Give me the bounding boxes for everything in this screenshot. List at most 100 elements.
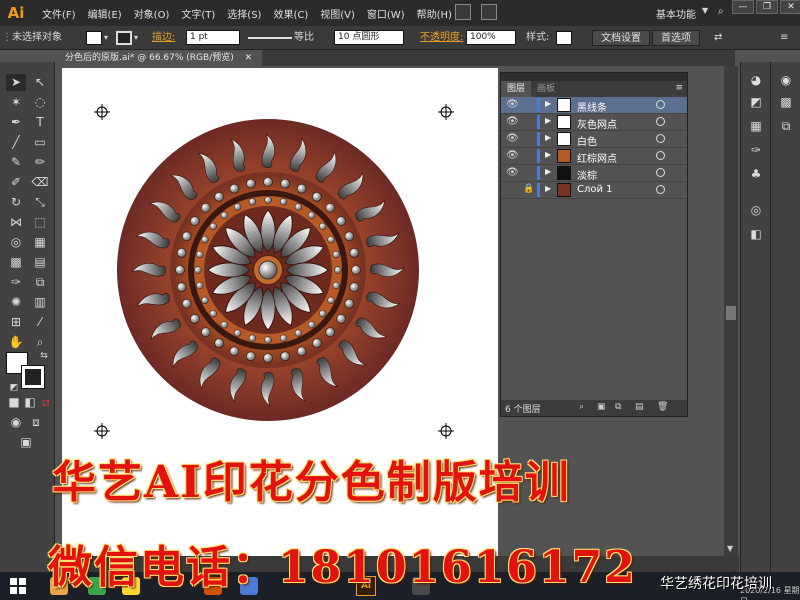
lasso-tool-icon[interactable]: ◌ [30, 94, 50, 111]
preferences-button[interactable]: 首选项 [652, 30, 700, 46]
menu-file[interactable]: 文件(F) [42, 6, 76, 21]
minimize-button[interactable]: — [732, 0, 754, 14]
swap-colors-icon[interactable]: ⇆ [34, 348, 54, 365]
expand-arrow-icon[interactable]: ▶ [545, 150, 551, 159]
workspace-switcher[interactable]: 基本功能 [656, 6, 696, 21]
eraser-tool-icon[interactable]: ⌫ [30, 174, 50, 191]
mandala-artwork[interactable] [108, 110, 428, 430]
chevron-down-icon[interactable]: ▾ [134, 30, 138, 46]
layer-row[interactable]: 🔒 ▶ Слой 1 [501, 182, 687, 199]
perspective-grid-tool-icon[interactable]: ▦ [30, 234, 50, 251]
layer-name[interactable]: 淡棕 [577, 167, 597, 182]
bridge-icon[interactable] [455, 4, 471, 20]
pen-tool-icon[interactable]: ✒ [6, 114, 26, 131]
scroll-down-icon[interactable]: ▼ [727, 544, 733, 553]
layer-row[interactable]: 👁 ▶ 灰色网点 [501, 114, 687, 131]
opacity-field[interactable]: 100% [466, 30, 516, 45]
menu-view[interactable]: 视图(V) [320, 6, 355, 21]
selection-tool-icon[interactable]: ➤ [6, 74, 26, 91]
layer-target-icon[interactable] [656, 185, 665, 194]
slice-tool-icon[interactable]: ⁄ [30, 314, 50, 331]
new-layer-icon[interactable]: ▤ [635, 402, 644, 412]
layer-name[interactable]: 红棕网点 [577, 150, 617, 165]
none-mode-icon[interactable]: ⧄ [36, 394, 56, 411]
eye-icon[interactable]: 👁 [506, 133, 520, 144]
free-transform-tool-icon[interactable]: ⬚ [30, 214, 50, 231]
eyedropper-tool-icon[interactable]: ✑ [6, 274, 26, 291]
panel-menu-icon[interactable]: ≡ [675, 83, 683, 93]
document-setup-button[interactable]: 文档设置 [592, 30, 650, 46]
stroke-weight-field[interactable]: 1 pt [186, 30, 240, 45]
clipping-mask-icon[interactable]: ▣ [597, 402, 606, 412]
lock-icon[interactable]: 🔒 [523, 184, 535, 194]
shape-builder-tool-icon[interactable]: ◎ [6, 234, 26, 251]
opacity-label[interactable]: 不透明度: [420, 30, 463, 46]
menu-window[interactable]: 窗口(W) [367, 6, 405, 21]
eye-icon[interactable]: 👁 [506, 99, 520, 110]
column-graph-tool-icon[interactable]: ▥ [30, 294, 50, 311]
swatches-panel-icon[interactable]: ▦ [748, 118, 764, 134]
tab-artboards[interactable]: 画板 [531, 81, 561, 97]
panel-menu-icon[interactable]: ≡ [780, 30, 788, 46]
type-tool-icon[interactable]: T [30, 114, 50, 131]
windows-start-icon[interactable] [10, 578, 26, 594]
menu-type[interactable]: 文字(T) [181, 6, 215, 21]
scroll-thumb[interactable] [726, 306, 736, 320]
expand-arrow-icon[interactable]: ▶ [545, 99, 551, 108]
layer-target-icon[interactable] [656, 168, 665, 177]
layer-target-icon[interactable] [656, 100, 665, 109]
brushes-panel-icon[interactable]: ✑ [748, 142, 764, 158]
stroke-panel-icon[interactable]: ◎ [748, 202, 764, 218]
layer-target-icon[interactable] [656, 134, 665, 143]
draw-behind-icon[interactable]: ⧈ [26, 414, 46, 431]
artboard-tool-icon[interactable]: ⊞ [6, 314, 26, 331]
menu-select[interactable]: 选择(S) [227, 6, 261, 21]
blend-tool-icon[interactable]: ⧉ [30, 274, 50, 291]
symbols-panel-icon[interactable]: ♣ [748, 166, 764, 182]
arrange-documents-icon[interactable] [481, 4, 497, 20]
eye-icon[interactable]: 👁 [506, 167, 520, 178]
gradient-tool-icon[interactable]: ▤ [30, 254, 50, 271]
style-swatch[interactable] [556, 31, 572, 45]
rectangle-tool-icon[interactable]: ▭ [30, 134, 50, 151]
draw-normal-icon[interactable]: ◉ [6, 414, 26, 431]
menu-effect[interactable]: 效果(C) [273, 6, 308, 21]
menu-help[interactable]: 帮助(H) [417, 6, 452, 21]
magic-wand-tool-icon[interactable]: ✶ [6, 94, 26, 111]
transparency-panel-icon[interactable]: ◧ [748, 226, 764, 242]
document-tab[interactable]: 分色后的原版.ai* @ 66.67% (RGB/预览) ✕ [55, 50, 263, 66]
layer-row[interactable]: 👁 ▶ 黑线条 [501, 97, 687, 114]
hand-tool-icon[interactable]: ✋ [6, 334, 26, 351]
new-sublayer-icon[interactable]: ⧉ [615, 402, 621, 412]
stroke-label[interactable]: 描边: [152, 30, 175, 46]
color-guide-icon[interactable]: ◩ [748, 94, 764, 110]
eye-icon[interactable]: 👁 [506, 150, 520, 161]
appearance-panel-icon[interactable]: ◉ [778, 72, 794, 88]
line-tool-icon[interactable]: ╱ [6, 134, 26, 151]
layer-name[interactable]: 黑线条 [577, 99, 607, 114]
chevron-down-icon[interactable]: ▾ [104, 30, 108, 46]
direct-selection-tool-icon[interactable]: ↖ [30, 74, 50, 91]
close-button[interactable]: ✕ [780, 0, 800, 14]
panel-header[interactable] [501, 73, 687, 81]
menu-edit[interactable]: 编辑(E) [88, 6, 122, 21]
stroke-color-swatch[interactable] [21, 365, 45, 389]
screen-mode-icon[interactable]: ▣ [16, 434, 36, 451]
profile-label[interactable]: 等比 [294, 30, 314, 46]
chevron-down-icon[interactable]: ▼ [702, 6, 708, 15]
layer-target-icon[interactable] [656, 117, 665, 126]
graphic-styles-icon[interactable]: ▩ [778, 94, 794, 110]
expand-arrow-icon[interactable]: ▶ [545, 133, 551, 142]
brush-field[interactable]: 10 点圆形 [334, 30, 404, 45]
layers-panel-icon[interactable]: ⧉ [778, 118, 794, 134]
scale-tool-icon[interactable]: ⤡ [30, 194, 50, 211]
vertical-scrollbar[interactable] [724, 66, 738, 556]
layer-name[interactable]: 白色 [577, 133, 597, 148]
expand-arrow-icon[interactable]: ▶ [545, 184, 551, 193]
layer-target-icon[interactable] [656, 151, 665, 160]
layer-row[interactable]: 👁 ▶ 淡棕 [501, 165, 687, 182]
arrange-icon[interactable]: ⇄ [714, 30, 722, 46]
stroke-swatch[interactable] [116, 31, 132, 45]
layer-row[interactable]: 👁 ▶ 红棕网点 [501, 148, 687, 165]
maximize-button[interactable]: ❐ [756, 0, 778, 14]
